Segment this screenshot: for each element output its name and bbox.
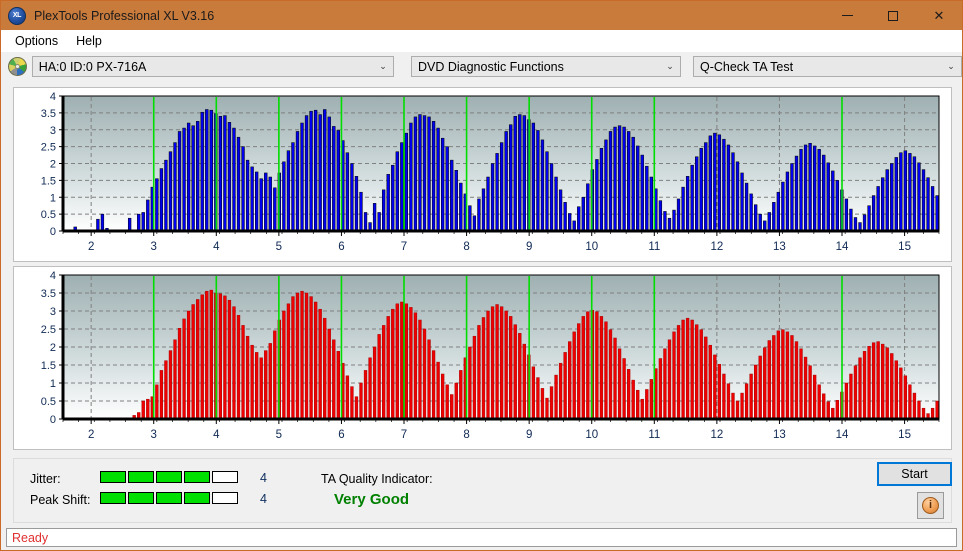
menu-item-help[interactable]: Help xyxy=(67,32,111,50)
svg-text:4: 4 xyxy=(50,270,56,282)
info-button[interactable]: i xyxy=(917,492,944,519)
info-icon: i xyxy=(922,497,939,514)
svg-text:4: 4 xyxy=(213,429,220,441)
svg-text:8: 8 xyxy=(463,429,469,441)
chevron-down-icon: ⌄ xyxy=(379,61,387,71)
svg-text:12: 12 xyxy=(710,241,723,253)
meter-segment xyxy=(100,471,126,483)
status-bar: Ready xyxy=(6,528,957,547)
svg-text:14: 14 xyxy=(836,429,849,441)
peak-shift-chart: 0 0.5 1 1.5 2 2.5 3 3.5 4 2 3 4 5 6 7 8 9 10 11 12 13 14 15 xyxy=(14,267,951,449)
svg-text:12: 12 xyxy=(710,429,723,441)
ta-quality-value: Very Good xyxy=(334,491,410,508)
peak-shift-chart-panel: 0 0.5 1 1.5 2 2.5 3 3.5 4 2 3 4 5 6 7 8 9 10 11 12 13 14 15 xyxy=(13,266,952,450)
svg-text:2.5: 2.5 xyxy=(41,142,56,154)
svg-text:14: 14 xyxy=(836,241,849,253)
svg-text:0.5: 0.5 xyxy=(41,209,56,221)
svg-text:3: 3 xyxy=(151,429,157,441)
svg-text:5: 5 xyxy=(276,241,282,253)
function-select[interactable]: DVD Diagnostic Functions ⌄ xyxy=(410,56,681,77)
svg-text:15: 15 xyxy=(898,241,911,253)
test-select[interactable]: Q-Check TA Test ⌄ xyxy=(692,56,962,77)
title-bar: XL PlexTools Professional XL V3.16 ✕ xyxy=(1,1,962,30)
svg-text:0: 0 xyxy=(50,414,56,426)
function-select-value: DVD Diagnostic Functions xyxy=(417,59,564,74)
svg-text:3.5: 3.5 xyxy=(41,288,56,300)
svg-text:0.5: 0.5 xyxy=(41,396,56,408)
svg-text:6: 6 xyxy=(338,429,344,441)
meter-segment xyxy=(156,471,182,483)
svg-text:3: 3 xyxy=(50,306,56,318)
svg-text:1.5: 1.5 xyxy=(41,175,56,187)
svg-text:9: 9 xyxy=(526,241,532,253)
menu-bar: Options Help xyxy=(1,30,962,52)
svg-text:10: 10 xyxy=(585,429,598,441)
meter-segment xyxy=(184,492,210,504)
maximize-icon[interactable] xyxy=(870,1,916,30)
svg-text:13: 13 xyxy=(773,429,786,441)
drive-select-value: HA:0 ID:0 PX-716A xyxy=(38,59,147,74)
jitter-meter xyxy=(100,471,238,483)
selector-toolbar: HA:0 ID:0 PX-716A ⌄ DVD Diagnostic Funct… xyxy=(1,52,962,81)
peak-shift-meter xyxy=(100,492,238,504)
svg-text:1.5: 1.5 xyxy=(41,360,56,372)
window-title: PlexTools Professional XL V3.16 xyxy=(34,8,215,23)
meter-segment xyxy=(184,471,210,483)
peak-shift-value: 4 xyxy=(260,492,267,506)
jitter-chart-panel: 0 0.5 1 1.5 2 2.5 3 3.5 4 2 3 4 5 6 7 8 9 10 11 12 13 14 15 xyxy=(13,87,952,262)
meter-segment xyxy=(100,492,126,504)
svg-text:7: 7 xyxy=(401,429,407,441)
svg-text:9: 9 xyxy=(526,429,532,441)
svg-text:10: 10 xyxy=(585,241,598,253)
svg-text:3: 3 xyxy=(151,241,157,253)
minimize-icon[interactable] xyxy=(824,1,870,30)
start-button[interactable]: Start xyxy=(877,462,952,486)
jitter-label: Jitter: xyxy=(30,472,61,486)
meter-segment xyxy=(212,492,238,504)
svg-text:1: 1 xyxy=(50,192,56,204)
meter-segment xyxy=(156,492,182,504)
ta-quality-label: TA Quality Indicator: xyxy=(321,472,433,486)
xl-app-icon: XL xyxy=(8,6,26,25)
svg-text:1: 1 xyxy=(50,378,56,390)
status-text: Ready xyxy=(12,530,49,545)
svg-text:2: 2 xyxy=(50,159,56,171)
meter-segment xyxy=(128,471,154,483)
meter-segment xyxy=(212,471,238,483)
svg-text:0: 0 xyxy=(50,226,56,238)
svg-text:7: 7 xyxy=(401,241,407,253)
peak-shift-chart-surface: 0 0.5 1 1.5 2 2.5 3 3.5 4 2 3 4 5 6 7 8 9 10 11 12 13 14 15 xyxy=(14,267,951,449)
svg-text:6: 6 xyxy=(338,241,344,253)
meter-segment xyxy=(128,492,154,504)
chevron-down-icon: ⌄ xyxy=(947,61,955,71)
jitter-chart-surface: 0 0.5 1 1.5 2 2.5 3 3.5 4 2 3 4 5 6 7 8 9 10 11 12 13 14 15 xyxy=(14,88,951,261)
window-controls: ✕ xyxy=(824,1,962,30)
svg-text:15: 15 xyxy=(898,429,911,441)
plextools-window: XL PlexTools Professional XL V3.16 ✕ Opt… xyxy=(0,0,963,551)
svg-text:2: 2 xyxy=(50,342,56,354)
svg-text:4: 4 xyxy=(50,91,56,103)
menu-item-options[interactable]: Options xyxy=(6,32,67,50)
svg-text:3.5: 3.5 xyxy=(41,108,56,120)
jitter-value: 4 xyxy=(260,471,267,485)
jitter-chart: 0 0.5 1 1.5 2 2.5 3 3.5 4 2 3 4 5 6 7 8 9 10 11 12 13 14 15 xyxy=(14,88,951,261)
peak-shift-label: Peak Shift: xyxy=(30,493,91,507)
results-panel: Jitter: 4 Peak Shift: 4 TA Quality Indic… xyxy=(13,458,952,523)
svg-text:8: 8 xyxy=(463,241,469,253)
drive-select[interactable]: HA:0 ID:0 PX-716A ⌄ xyxy=(31,56,394,77)
test-select-value: Q-Check TA Test xyxy=(699,59,794,74)
close-icon[interactable]: ✕ xyxy=(916,1,962,30)
svg-text:13: 13 xyxy=(773,241,786,253)
svg-text:3: 3 xyxy=(50,125,56,137)
svg-text:2: 2 xyxy=(88,429,94,441)
optical-disc-icon xyxy=(8,57,27,76)
chevron-down-icon: ⌄ xyxy=(666,61,674,71)
svg-text:2.5: 2.5 xyxy=(41,324,56,336)
svg-text:11: 11 xyxy=(648,429,660,441)
svg-text:11: 11 xyxy=(648,241,660,253)
svg-text:2: 2 xyxy=(88,241,94,253)
svg-text:4: 4 xyxy=(213,241,220,253)
svg-text:5: 5 xyxy=(276,429,282,441)
